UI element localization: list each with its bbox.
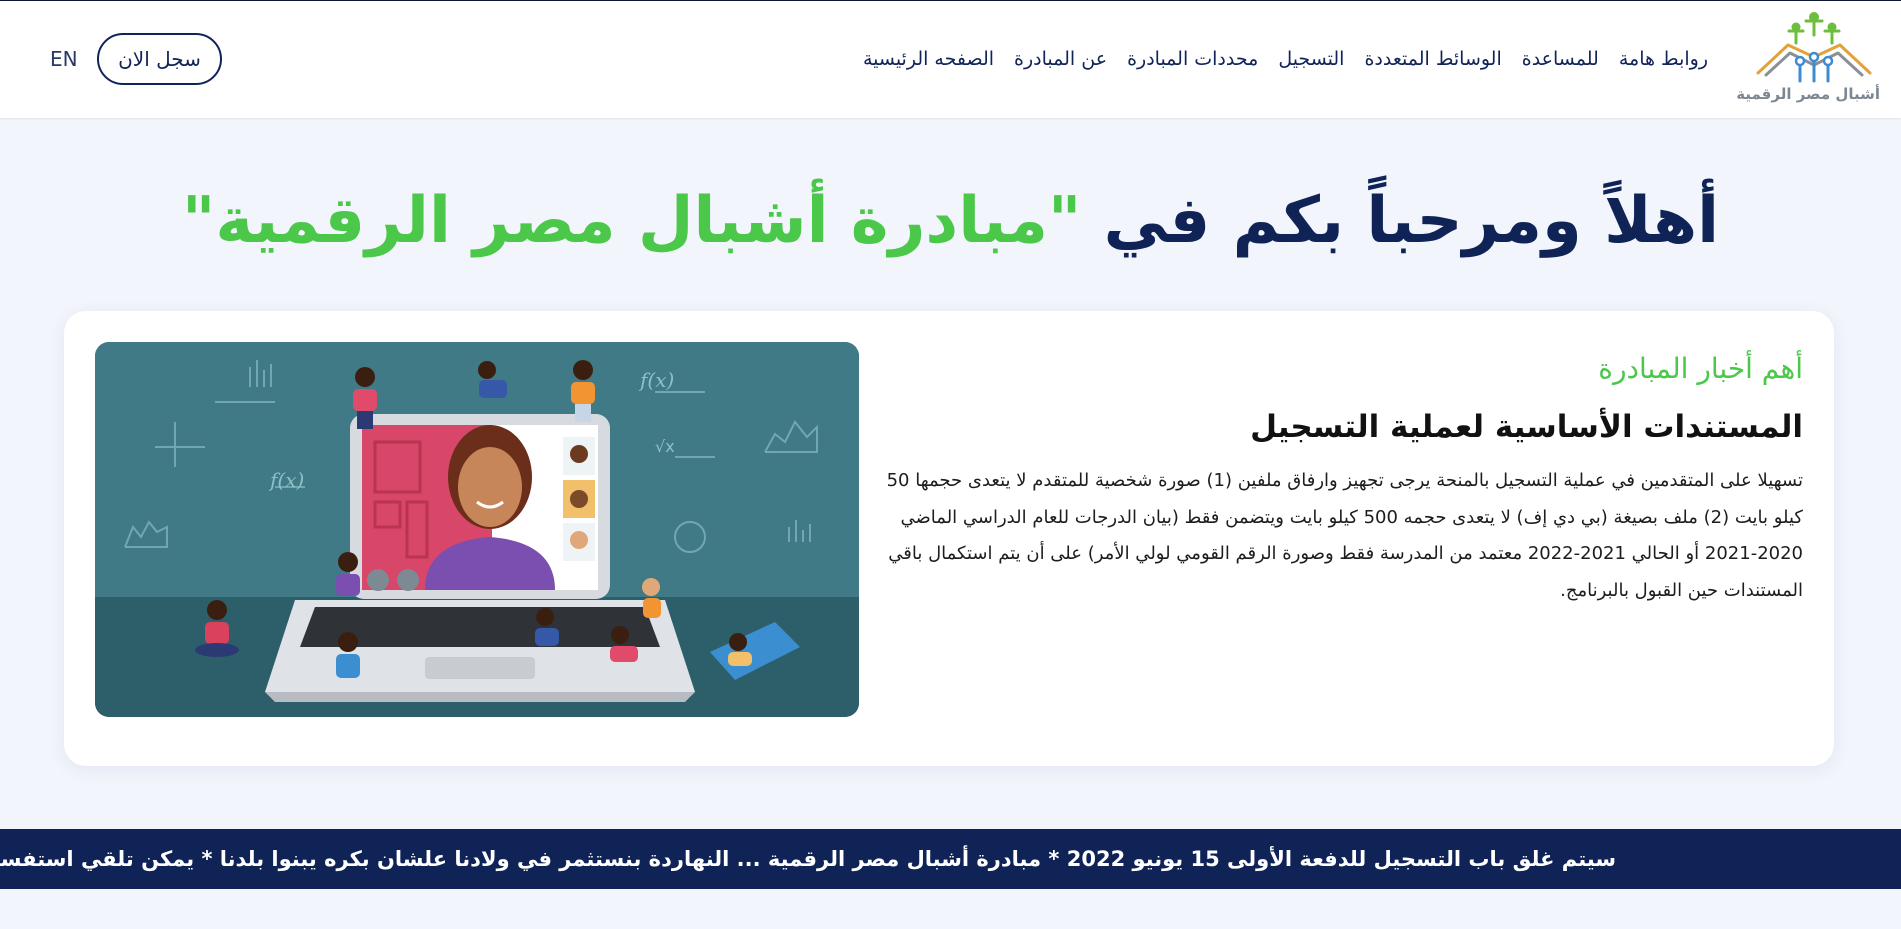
logo-text: أشبال مصر الرقمية	[1736, 85, 1880, 103]
register-now-button[interactable]: سجل الان	[97, 33, 222, 85]
ticker-text: سيتم غلق باب التسجيل للدفعة الأولى 15 يو…	[0, 847, 1616, 871]
ashbal-logo-icon	[1756, 12, 1872, 83]
top-navbar: أشبال مصر الرقمية الصفحه الرئيسية عن الم…	[0, 0, 1901, 118]
news-body: تسهيلا على المتقدمين في عملية التسجيل با…	[886, 470, 1803, 601]
nav-about[interactable]: عن المبادرة	[1004, 45, 1117, 75]
illustration-graphic: f(x) f(x) √x	[95, 342, 859, 717]
nav-criteria[interactable]: محددات المبادرة	[1117, 45, 1268, 75]
nav-registration[interactable]: التسجيل	[1268, 45, 1354, 75]
nav-help[interactable]: للمساعدة	[1512, 45, 1609, 75]
language-switch-button[interactable]: EN	[50, 45, 78, 73]
hero-title-accent: "مبادرة أشبال مصر الرقمية"	[182, 184, 1082, 258]
svg-text:f(x): f(x)	[638, 368, 674, 392]
news-card: f(x) f(x) √x أهم أخبار المبادرة المستندا…	[64, 311, 1834, 766]
hero-title-prefix: أهلاً ومرحباً بكم في	[1081, 184, 1719, 258]
news-title[interactable]: المستندات الأساسية لعملية التسجيل	[863, 405, 1803, 449]
online-learning-illustration: f(x) f(x) √x	[95, 342, 859, 717]
nav-multimedia[interactable]: الوسائط المتعددة	[1354, 45, 1511, 75]
nav-home[interactable]: الصفحه الرئيسية	[853, 45, 1004, 75]
news-section: أهم أخبار المبادرة المستندات الأساسية لع…	[863, 349, 1803, 609]
svg-text:√x: √x	[655, 437, 675, 456]
nav-important-links[interactable]: روابط هامة	[1609, 45, 1718, 75]
main-nav: الصفحه الرئيسية عن المبادرة محددات المبا…	[853, 45, 1718, 75]
news-ticker: سيتم غلق باب التسجيل للدفعة الأولى 15 يو…	[0, 829, 1901, 889]
news-section-label: أهم أخبار المبادرة	[1598, 352, 1803, 385]
site-logo[interactable]: أشبال مصر الرقمية	[1736, 11, 1880, 109]
svg-text:f(x): f(x)	[268, 468, 304, 492]
hero-title: أهلاً ومرحباً بكم في "مبادرة أشبال مصر ا…	[0, 178, 1901, 264]
